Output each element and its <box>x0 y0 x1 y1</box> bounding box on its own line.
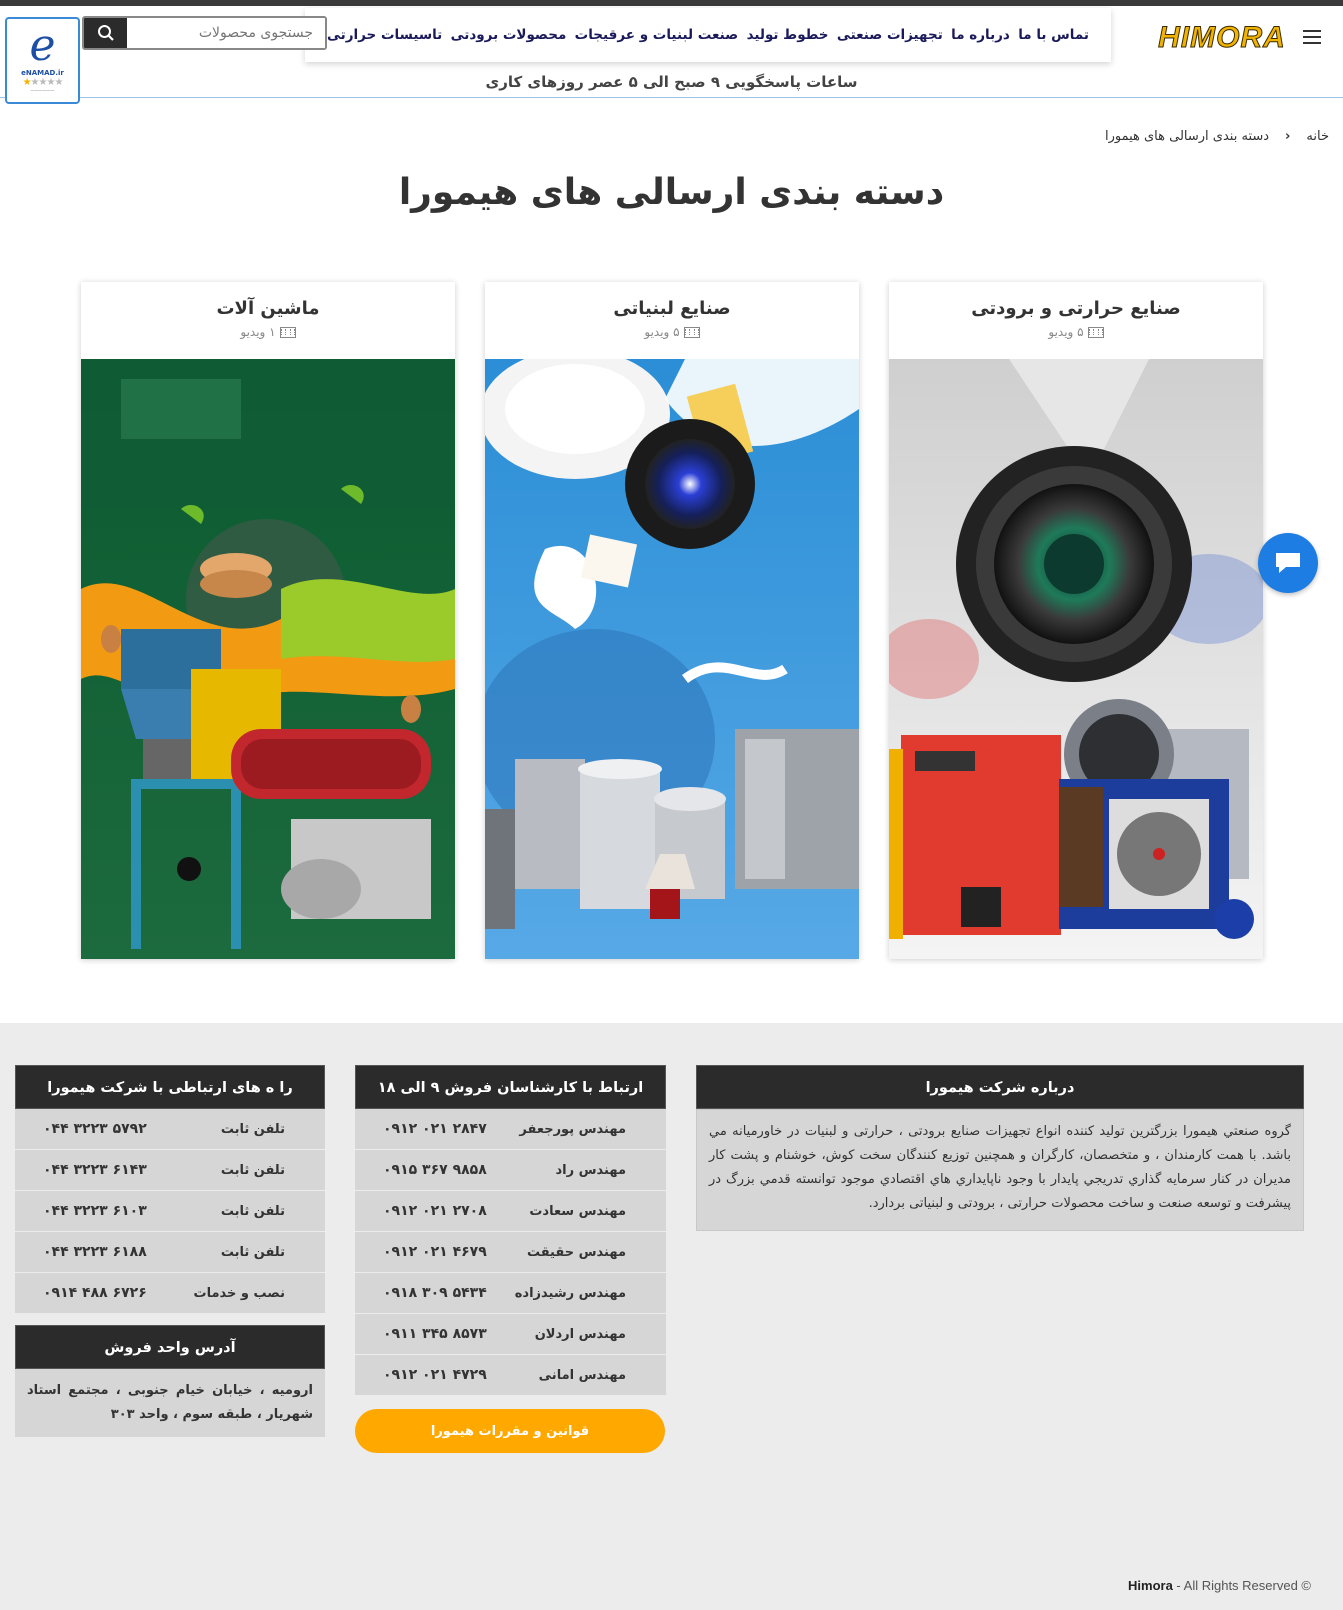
video-count-label: ۵ ویدیو <box>644 325 680 339</box>
contact-phone[interactable]: ۰۴۴ ۳۲۲۳ ۶۱۴۳ <box>43 1162 147 1178</box>
page-title: دسته بندی ارسالی های هیمورا <box>398 172 945 213</box>
chat-icon <box>1276 553 1300 573</box>
sales-name: مهندس پورجعفر <box>519 1121 626 1137</box>
sales-row: مهندس سعادت ۰۹۱۲ ۰۲۱ ۲۷۰۸ <box>355 1191 666 1232</box>
sales-name: مهندس حقیقت <box>526 1244 626 1260</box>
footer-address-text: ارومیه ، خیابان خیام جنوبی ، مجتمع استاد… <box>15 1369 325 1437</box>
chat-button[interactable] <box>1258 533 1318 593</box>
search-box <box>82 16 327 50</box>
sales-phone[interactable]: ۰۹۱۲ ۰۲۱ ۴۷۲۹ <box>383 1367 487 1383</box>
card-video-count: ۵ ویدیو <box>889 325 1263 339</box>
card-title[interactable]: صنایع لبنیاتی <box>485 298 859 319</box>
nav-item-cooling[interactable]: محصولات برودتی <box>451 27 567 43</box>
contact-row: تلفن ثابت ۰۴۴ ۳۲۲۳ ۶۱۸۸ <box>15 1232 325 1273</box>
footer-about-title: درباره شرکت هیمورا <box>696 1065 1304 1109</box>
sales-row: مهندس اردلان ۰۹۱۱ ۳۴۵ ۸۵۷۳ <box>355 1314 666 1355</box>
card-image-machinery[interactable] <box>81 359 455 959</box>
category-card-machinery[interactable]: ماشین آلات ۱ ویدیو <box>81 282 455 959</box>
nav-item-production-lines[interactable]: خطوط تولید <box>747 27 829 43</box>
machinery-illustration <box>81 359 455 959</box>
contact-row: تلفن ثابت ۰۴۴ ۳۲۲۳ ۶۱۴۳ <box>15 1150 325 1191</box>
sales-phone[interactable]: ۰۹۱۲ ۰۲۱ ۲۸۴۷ <box>383 1121 487 1137</box>
sales-phone[interactable]: ۰۹۱۱ ۳۴۵ ۸۵۷۳ <box>383 1326 487 1342</box>
sales-name: مهندس اردلان <box>534 1326 626 1342</box>
himora-logo[interactable]: HIMORA <box>1157 18 1287 58</box>
site-footer: درباره شرکت هیمورا گروه صنعتي هيمورا بزر… <box>0 1023 1343 1610</box>
copyright-brand: Himora <box>1128 1578 1173 1593</box>
card-title[interactable]: ماشین آلات <box>81 298 455 319</box>
dairy-illustration <box>485 359 859 959</box>
breadcrumb-current: دسته بندی ارسالی های هیمورا <box>1104 129 1270 144</box>
sales-name: مهندس امانی <box>538 1367 626 1383</box>
sales-name: مهندس راد <box>555 1162 626 1178</box>
card-header: ماشین آلات ۱ ویدیو <box>81 282 455 359</box>
card-image-heating-cooling[interactable] <box>889 359 1263 959</box>
nav-item-heating[interactable]: تاسیسات حرارتی <box>327 27 442 43</box>
contact-label: تلفن ثابت <box>220 1203 285 1219</box>
film-icon <box>1087 326 1104 338</box>
nav-item-contact[interactable]: تماس با ما <box>1018 27 1089 43</box>
hamburger-menu-icon[interactable] <box>1303 30 1321 44</box>
nav-item-industrial-equipment[interactable]: تجهیزات صنعتی <box>837 27 943 43</box>
contact-row: تلفن ثابت ۰۴۴ ۳۲۲۳ ۵۷۹۲ <box>15 1109 325 1150</box>
footer-contact: را ه های ارتباطی با شرکت هیمورا تلفن ثاب… <box>15 1065 325 1314</box>
contact-phone[interactable]: ۰۴۴ ۳۲۲۳ ۶۱۸۸ <box>43 1244 147 1260</box>
search-input[interactable] <box>127 18 325 48</box>
sales-phone[interactable]: ۰۹۱۵ ۳۶۷ ۹۸۵۸ <box>383 1162 487 1178</box>
film-icon <box>683 326 700 338</box>
film-icon <box>279 326 296 338</box>
nav-item-about[interactable]: درباره ما <box>951 27 1010 43</box>
sales-row: مهندس امانی ۰۹۱۲ ۰۲۱ ۴۷۲۹ <box>355 1355 666 1396</box>
contact-label: نصب و خدمات <box>193 1285 285 1301</box>
category-card-heating-cooling[interactable]: صنایع حرارتی و برودتی ۵ ویدیو <box>889 282 1263 959</box>
footer-address: آدرس واحد فروش ارومیه ، خیابان خیام جنوب… <box>15 1325 325 1437</box>
sales-row: مهندس رشیدزاده ۰۹۱۸ ۳۰۹ ۵۴۳۴ <box>355 1273 666 1314</box>
contact-row: نصب و خدمات ۰۹۱۴ ۴۸۸ ۶۷۲۶ <box>15 1273 325 1314</box>
sales-phone[interactable]: ۰۹۱۲ ۰۲۱ ۲۷۰۸ <box>383 1203 487 1219</box>
footer-contact-title: را ه های ارتباطی با شرکت هیمورا <box>15 1065 325 1109</box>
footer-about: درباره شرکت هیمورا گروه صنعتي هيمورا بزر… <box>696 1065 1304 1231</box>
card-header: صنایع لبنیاتی ۵ ویدیو <box>485 282 859 359</box>
category-card-dairy[interactable]: صنایع لبنیاتی ۵ ویدیو <box>485 282 859 959</box>
card-header: صنایع حرارتی و برودتی ۵ ویدیو <box>889 282 1263 359</box>
search-button[interactable] <box>84 18 127 48</box>
breadcrumb-home[interactable]: خانه <box>1306 129 1329 144</box>
working-hours: ساعات پاسخگویی ۹ صبح الی ۵ عصر روزهای کا… <box>485 73 858 91</box>
chevron-left-icon: ‹ <box>1285 129 1291 144</box>
video-count-label: ۵ ویدیو <box>1048 325 1084 339</box>
footer-address-title: آدرس واحد فروش <box>15 1325 325 1369</box>
card-video-count: ۱ ویدیو <box>81 325 455 339</box>
sales-row: مهندس حقیقت ۰۹۱۲ ۰۲۱ ۴۶۷۹ <box>355 1232 666 1273</box>
breadcrumb: خانه ‹ دسته بندی ارسالی های هیمورا <box>1105 129 1329 144</box>
sales-row: مهندس پورجعفر ۰۹۱۲ ۰۲۱ ۲۸۴۷ <box>355 1109 666 1150</box>
rules-button[interactable]: قوانین و مقررات هیمورا <box>355 1409 665 1453</box>
search-icon <box>97 25 114 41</box>
card-video-count: ۵ ویدیو <box>485 325 859 339</box>
card-title[interactable]: صنایع حرارتی و برودتی <box>889 298 1263 319</box>
site-header: HIMORA تاسیسات حرارتی محصولات برودتی صنع… <box>0 6 1343 104</box>
footer-sales: ارتباط با کارشناسان فروش ۹ الی ۱۸ مهندس … <box>355 1065 666 1396</box>
sales-name: مهندس سعادت <box>529 1203 626 1219</box>
nav-item-dairy[interactable]: صنعت لبنیات و عرقیجات <box>575 27 739 43</box>
copyright: Himora - All Rights Reserved © <box>1128 1578 1311 1593</box>
copyright-text: - All Rights Reserved © <box>1172 1578 1311 1593</box>
enamad-logo-icon: e <box>29 20 56 71</box>
footer-sales-title: ارتباط با کارشناسان فروش ۹ الی ۱۸ <box>355 1065 666 1109</box>
footer-about-text: گروه صنعتي هيمورا بزرگترين توليد كننده ا… <box>696 1109 1304 1231</box>
contact-label: تلفن ثابت <box>220 1162 285 1178</box>
card-image-dairy[interactable] <box>485 359 859 959</box>
contact-label: تلفن ثابت <box>220 1244 285 1260</box>
contact-row: تلفن ثابت ۰۴۴ ۳۲۲۳ ۶۱۰۳ <box>15 1191 325 1232</box>
contact-phone[interactable]: ۰۹۱۴ ۴۸۸ ۶۷۲۶ <box>43 1285 147 1301</box>
heating-cooling-illustration <box>889 359 1263 959</box>
contact-phone[interactable]: ۰۴۴ ۳۲۲۳ ۵۷۹۲ <box>43 1121 147 1137</box>
video-count-label: ۱ ویدیو <box>240 325 276 339</box>
contact-phone[interactable]: ۰۴۴ ۳۲۲۳ ۶۱۰۳ <box>43 1203 147 1219</box>
sales-phone[interactable]: ۰۹۱۸ ۳۰۹ ۵۴۳۴ <box>383 1285 487 1301</box>
main-nav: تاسیسات حرارتی محصولات برودتی صنعت لبنیا… <box>305 8 1111 62</box>
sales-phone[interactable]: ۰۹۱۲ ۰۲۱ ۴۶۷۹ <box>383 1244 487 1260</box>
contact-label: تلفن ثابت <box>220 1121 285 1137</box>
sales-row: مهندس راد ۰۹۱۵ ۳۶۷ ۹۸۵۸ <box>355 1150 666 1191</box>
sales-name: مهندس رشیدزاده <box>514 1285 626 1301</box>
